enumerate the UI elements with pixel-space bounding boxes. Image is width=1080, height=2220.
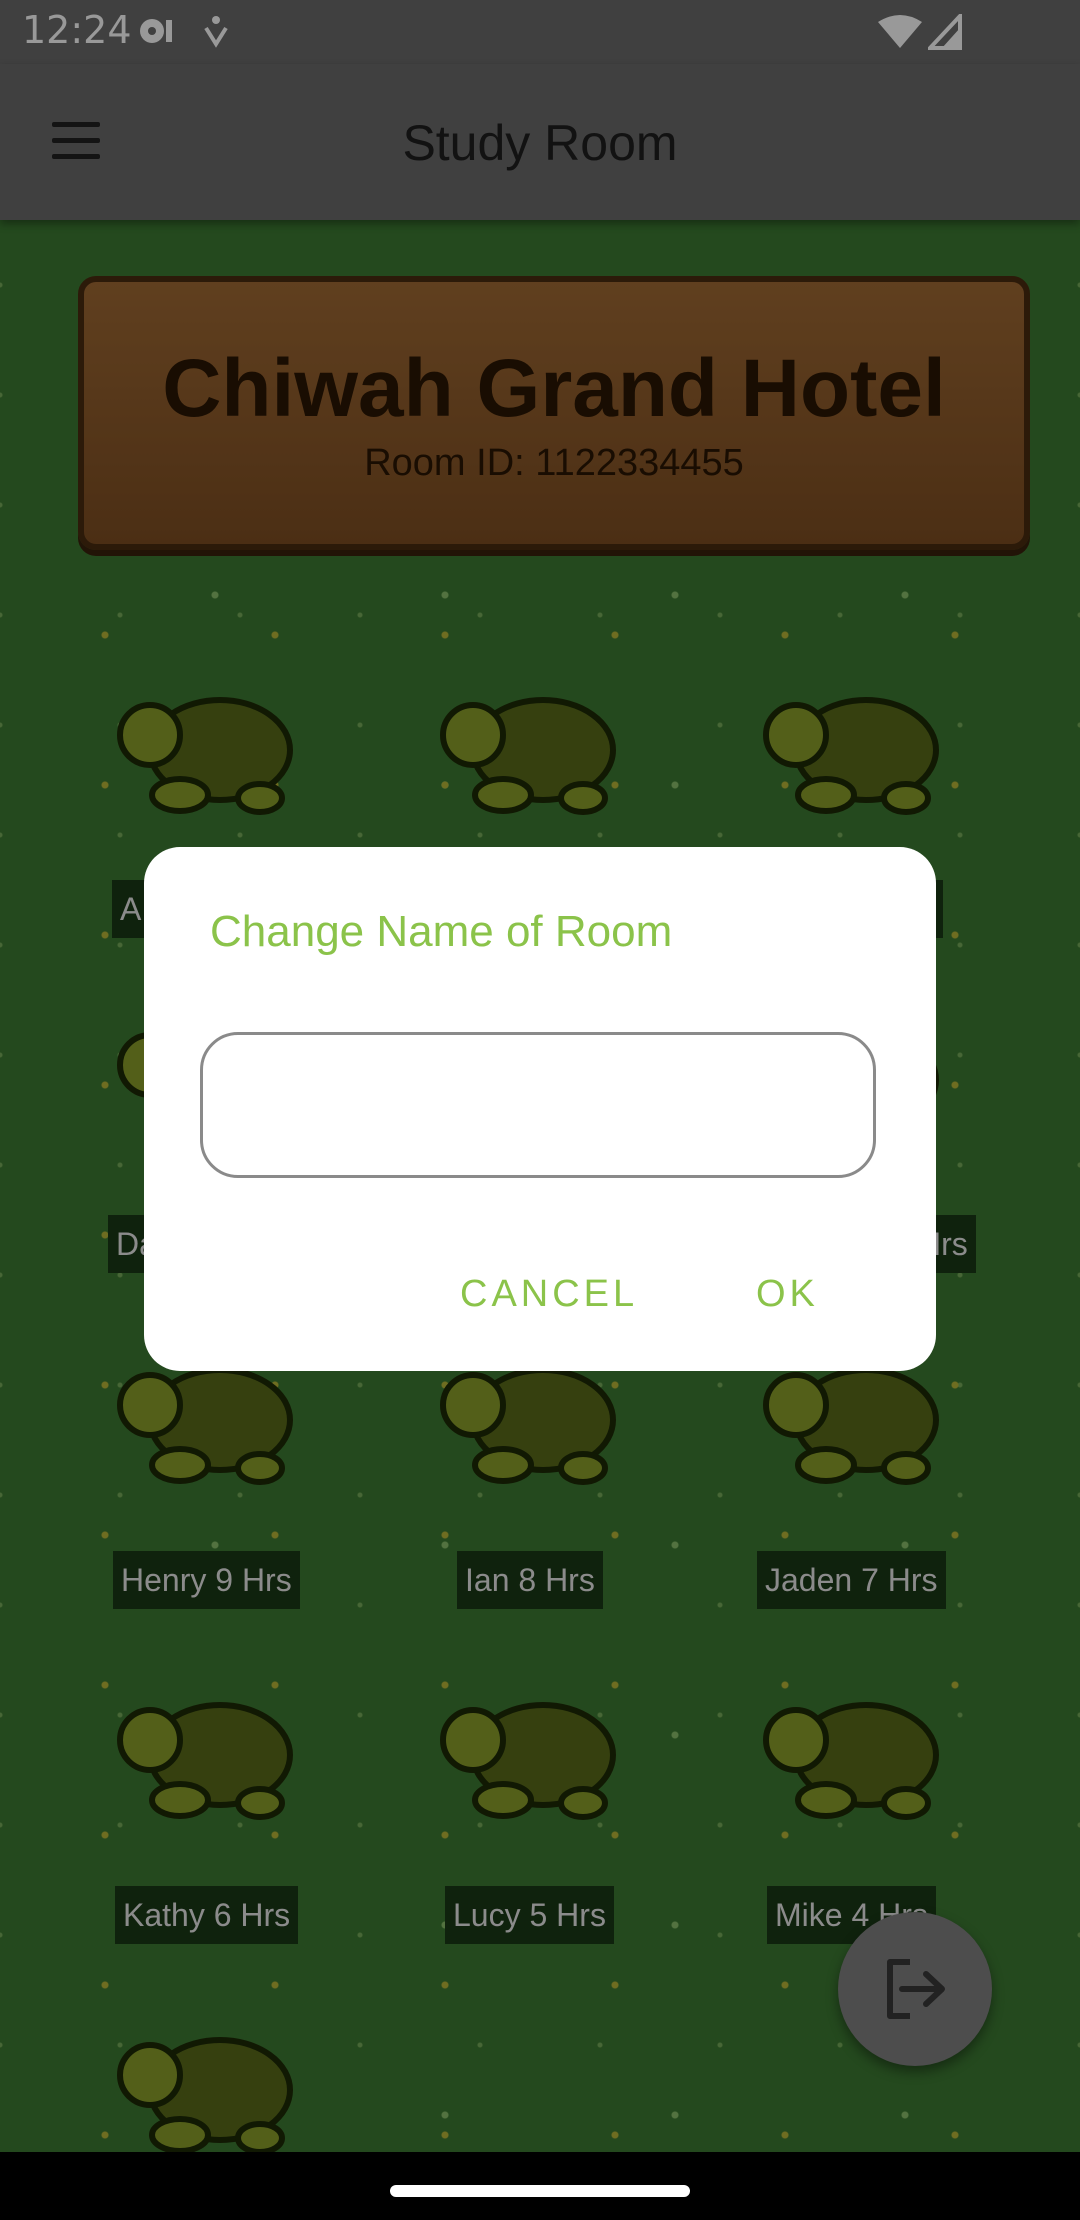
dialog-title: Change Name of Room <box>210 907 673 956</box>
cancel-button[interactable]: CANCEL <box>460 1273 638 1316</box>
ok-button[interactable]: OK <box>756 1273 819 1316</box>
leave-room-button[interactable] <box>838 1912 992 2066</box>
home-indicator[interactable] <box>390 2185 690 2197</box>
room-name-input[interactable] <box>200 1032 876 1178</box>
rename-room-dialog: Change Name of Room CANCEL OK <box>144 847 936 1371</box>
exit-icon <box>887 1959 945 2019</box>
system-nav-bar <box>0 2152 1080 2220</box>
